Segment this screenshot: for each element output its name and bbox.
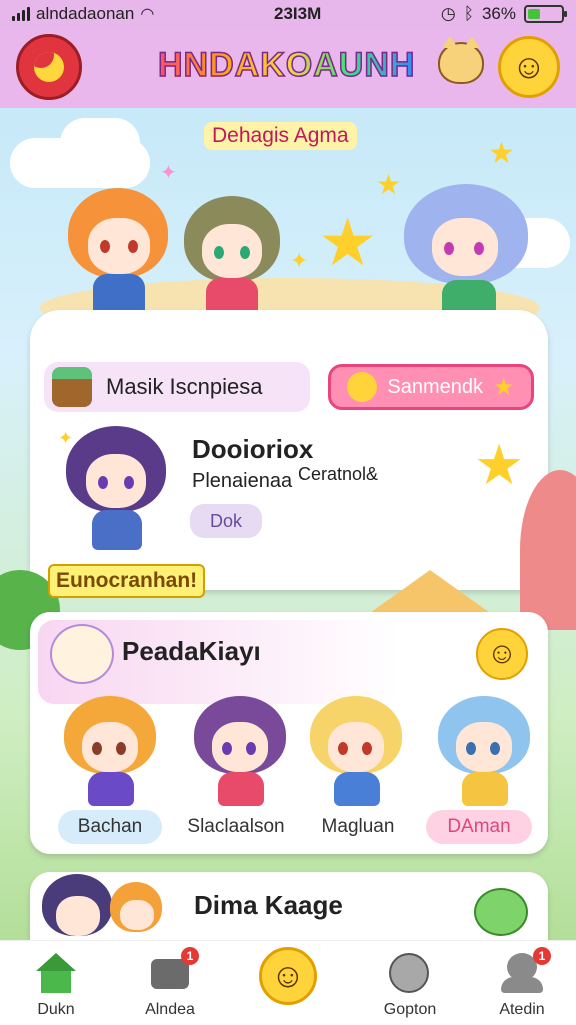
tab-label: Dukn — [37, 1001, 75, 1018]
notification-badge: 1 — [533, 947, 551, 965]
section-banner: Eunocranhan! — [48, 564, 206, 598]
star-mascot-icon: ★ — [318, 205, 378, 279]
star-icon: ✦ — [160, 162, 177, 184]
status-bar: alndadaonan ◠ 23I3M ◷ ᛒ 36% — [0, 0, 576, 28]
character-name: Dooioriox — [192, 434, 314, 464]
character-name-label: DAman — [447, 816, 511, 837]
chibi-character — [110, 882, 170, 942]
clock: 23I3M — [273, 4, 322, 23]
star-icon: ✦ — [58, 428, 74, 448]
cloud-decoration — [60, 118, 140, 168]
menu-button[interactable] — [16, 34, 82, 100]
search-label: Masik Iscnpiesa — [106, 374, 263, 399]
house-icon — [35, 953, 77, 993]
smile-icon — [347, 372, 378, 402]
tab-label: Atedin — [499, 1001, 545, 1018]
battery-icon — [524, 5, 567, 23]
center-smile-icon: ☺ — [259, 947, 317, 1005]
bluetooth-icon: ᛒ — [463, 4, 474, 23]
tab-label: Gopton — [383, 1001, 437, 1018]
star-icon: ★ — [474, 433, 525, 496]
star-icon: ★ — [376, 169, 402, 200]
character-subtitle: Plenaienaa — [192, 470, 293, 492]
tab-home[interactable]: Dukn — [6, 941, 106, 1025]
app-header: HNDAKOAUNH ☺ — [0, 28, 576, 108]
chibi-character — [66, 426, 166, 556]
cupcake-icon — [52, 367, 92, 407]
character-name-pill[interactable]: DAman — [426, 810, 532, 844]
avatar-icon: 1 — [501, 947, 551, 993]
chibi-character[interactable] — [60, 696, 160, 806]
star-icon: ★ — [488, 137, 515, 170]
tag-chip[interactable]: Dok — [190, 504, 262, 538]
chat-icon: 1 — [149, 947, 199, 993]
character-extra: Ceratnol& — [298, 464, 379, 484]
app-title: HNDAKOAUNH — [157, 45, 416, 85]
tab-center[interactable]: ☺ — [238, 941, 338, 1025]
chibi-character[interactable] — [190, 696, 290, 806]
action-button-label: Sanmendk — [387, 375, 484, 398]
character-name-label: Slaclaalson — [187, 816, 285, 837]
featured-card: Masik Iscnpiesa Sanmendk ★ Dooioriox Ple… — [30, 310, 548, 590]
tab-label: Alndea — [145, 1001, 195, 1018]
tab-profile[interactable]: 1 Atedin — [472, 941, 572, 1025]
star-icon: ★ — [493, 373, 515, 401]
battery-percent: 36% — [481, 4, 516, 23]
tab-options[interactable]: Gopton — [360, 941, 460, 1025]
hero-banner: ★ ★ ✦ ✦ Dehagis Agma ★ — [0, 108, 576, 338]
smile-badge-icon[interactable]: ☺ — [476, 628, 528, 680]
bottom-tab-bar: Dukn 1 Alndea ☺ Gopton 1 Atedin — [0, 940, 576, 1025]
character-name-pill[interactable]: Bachan — [58, 810, 162, 844]
character-name-label: Bachan — [77, 816, 143, 837]
chibi-character[interactable] — [434, 696, 534, 806]
alarm-icon: ◷ — [440, 4, 456, 23]
chibi-character[interactable] — [306, 696, 406, 806]
star-icon: ✦ — [290, 248, 309, 273]
carrier-name: alndadaonan — [36, 4, 135, 23]
character-name-pill[interactable]: Slaclaalson — [180, 810, 292, 844]
face-icon — [389, 953, 431, 993]
action-button[interactable]: Sanmendk ★ — [328, 364, 534, 410]
profile-smile-button[interactable]: ☺ — [498, 36, 560, 98]
wifi-icon: ◠ — [140, 6, 155, 23]
moon-icon — [34, 52, 64, 82]
notification-badge: 1 — [181, 947, 199, 965]
card-title: Dima Kaage — [194, 890, 343, 920]
cat-icon[interactable] — [438, 36, 484, 84]
tab-inbox[interactable]: 1 Alndea — [120, 941, 220, 1025]
signal-icon — [12, 7, 30, 21]
search-label-pill[interactable]: Masik Iscnpiesa — [44, 362, 310, 412]
character-name-label: Magluan — [321, 816, 395, 837]
hero-title: Dehagis Agma — [204, 122, 357, 150]
green-mascot-icon — [474, 888, 528, 936]
character-name-pill[interactable]: Magluan — [306, 810, 410, 844]
cat-mascot-icon — [50, 624, 114, 684]
card-title: PeadaKiayı — [122, 636, 261, 666]
